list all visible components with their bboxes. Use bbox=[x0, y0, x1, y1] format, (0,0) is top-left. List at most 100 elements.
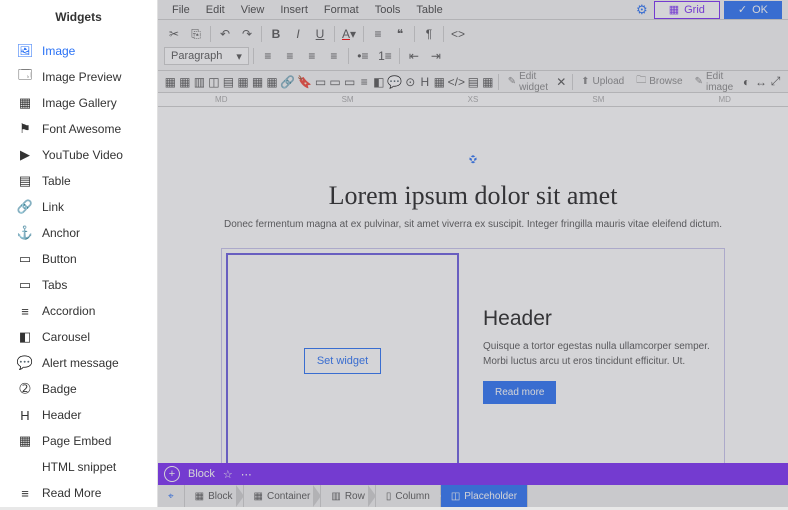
quote-icon[interactable]: ❝ bbox=[390, 24, 410, 44]
widget-icon: ≡ bbox=[18, 486, 32, 500]
indent-icon[interactable]: ⇥ bbox=[426, 46, 446, 66]
toolbar: ✂ ⎘ ↶ ↷ B I U A▾ ≡ ❝ ¶ <> Paragraph▾ ≡ ≡… bbox=[158, 20, 788, 71]
widget-icon: ≡ bbox=[18, 304, 32, 318]
w-icon[interactable]: ▭ bbox=[329, 72, 342, 92]
w-icon[interactable]: </> bbox=[448, 72, 465, 92]
w-icon[interactable]: ▦ bbox=[164, 72, 177, 92]
cut-icon[interactable]: ✂ bbox=[164, 24, 184, 44]
set-widget-button[interactable]: Set widget bbox=[304, 348, 381, 374]
star-icon[interactable]: ☆ bbox=[223, 468, 233, 481]
crumb-container[interactable]: ▦Container bbox=[244, 485, 322, 507]
sidebar-item-badge[interactable]: ➁Badge bbox=[0, 376, 157, 402]
list-bullet-icon[interactable]: •≡ bbox=[353, 46, 373, 66]
w-icon[interactable]: ▭ bbox=[343, 72, 356, 92]
w-icon[interactable]: ▦ bbox=[266, 72, 279, 92]
crumb-column[interactable]: ▯Column bbox=[376, 485, 441, 507]
edit-widget-button[interactable]: ✎ Edit widget bbox=[503, 71, 553, 93]
w-icon[interactable]: ≡ bbox=[358, 72, 371, 92]
w-icon[interactable]: ◐ bbox=[740, 72, 753, 92]
menu-view[interactable]: View bbox=[233, 2, 273, 18]
bold-icon[interactable]: B bbox=[266, 24, 286, 44]
editor-canvas[interactable]: Lorem ipsum dolor sit amet Donec ferment… bbox=[158, 107, 788, 507]
edit-image-button[interactable]: ✎ Edit image bbox=[690, 71, 739, 93]
menu-file[interactable]: File bbox=[164, 2, 198, 18]
w-icon[interactable]: ◫ bbox=[208, 72, 221, 92]
more-icon[interactable]: ⋯ bbox=[241, 468, 252, 481]
sidebar-item-tabs[interactable]: ▭Tabs bbox=[0, 272, 157, 298]
w-icon[interactable]: H bbox=[419, 72, 432, 92]
sidebar-item-image-preview[interactable]: 🗔Image Preview bbox=[0, 64, 157, 90]
sidebar-item-html-snippet[interactable]: HTML snippet bbox=[0, 454, 157, 480]
browse-button[interactable]: 🗀 Browse bbox=[631, 73, 687, 90]
italic-icon[interactable]: I bbox=[288, 24, 308, 44]
sidebar-item-accordion[interactable]: ≡Accordion bbox=[0, 298, 157, 324]
w-icon[interactable]: ▦ bbox=[237, 72, 250, 92]
w-icon[interactable]: ▦ bbox=[251, 72, 264, 92]
crumb-placeholder[interactable]: ◫Placeholder bbox=[441, 485, 528, 507]
column-body[interactable]: Quisque a tortor egestas nulla ullamcorp… bbox=[483, 339, 716, 369]
w-icon[interactable]: ▤ bbox=[222, 72, 235, 92]
code-icon[interactable]: <> bbox=[448, 24, 468, 44]
text-column[interactable]: Header Quisque a tortor egestas nulla ul… bbox=[475, 249, 724, 473]
sidebar-item-table[interactable]: ▤Table bbox=[0, 168, 157, 194]
sidebar-item-youtube-video[interactable]: ▶YouTube Video bbox=[0, 142, 157, 168]
w-icon[interactable]: ▤ bbox=[467, 72, 480, 92]
w-icon[interactable]: 💬 bbox=[387, 72, 402, 92]
w-icon[interactable]: 🔗 bbox=[280, 72, 295, 92]
menu-format[interactable]: Format bbox=[316, 2, 367, 18]
w-icon[interactable]: ▥ bbox=[193, 72, 206, 92]
align-center-icon[interactable]: ≡ bbox=[280, 46, 300, 66]
w-icon[interactable]: ▦ bbox=[482, 72, 495, 92]
w-icon[interactable]: ▭ bbox=[314, 72, 327, 92]
sidebar-item-image[interactable]: 🖼Image bbox=[0, 38, 157, 64]
w-icon[interactable]: 🔖 bbox=[297, 72, 312, 92]
settings-gear-icon[interactable]: ⚙ bbox=[636, 2, 648, 18]
crumb-target-icon[interactable]: ⌖ bbox=[158, 485, 185, 507]
sidebar-item-button[interactable]: ▭Button bbox=[0, 246, 157, 272]
align-right-icon[interactable]: ≡ bbox=[302, 46, 322, 66]
widget-placeholder[interactable]: Set widget bbox=[226, 253, 459, 469]
menu-table[interactable]: Table bbox=[408, 2, 450, 18]
ok-button[interactable]: ✓ OK bbox=[724, 1, 782, 19]
w-icon[interactable]: ↔ bbox=[755, 72, 768, 92]
sidebar-item-read-more[interactable]: ≡Read More bbox=[0, 480, 157, 506]
w-icon[interactable]: ▦ bbox=[179, 72, 192, 92]
widget-icon: ▦ bbox=[18, 434, 32, 448]
sidebar-item-image-gallery[interactable]: ▦Image Gallery bbox=[0, 90, 157, 116]
sidebar-item-link[interactable]: 🔗Link bbox=[0, 194, 157, 220]
underline-icon[interactable]: U bbox=[310, 24, 330, 44]
redo-icon[interactable]: ↷ bbox=[237, 24, 257, 44]
paragraph-icon[interactable]: ¶ bbox=[419, 24, 439, 44]
upload-button[interactable]: ⬆ Upload bbox=[576, 76, 629, 87]
sidebar-item-header[interactable]: HHeader bbox=[0, 402, 157, 428]
align-left-icon[interactable]: ≡ bbox=[258, 46, 278, 66]
outdent-icon[interactable]: ⇤ bbox=[404, 46, 424, 66]
widget-icon bbox=[18, 460, 32, 474]
copy-icon[interactable]: ⎘ bbox=[186, 24, 206, 44]
list-number-icon[interactable]: 1≡ bbox=[375, 46, 395, 66]
w-icon[interactable]: ▦ bbox=[433, 72, 446, 92]
sidebar-item-page-embed[interactable]: ▦Page Embed bbox=[0, 428, 157, 454]
sidebar-item-font-awesome[interactable]: ⚑Font Awesome bbox=[0, 116, 157, 142]
w-icon[interactable]: ⤢ bbox=[769, 72, 782, 92]
w-icon[interactable]: ⊙ bbox=[404, 72, 417, 92]
page-headline[interactable]: Lorem ipsum dolor sit amet bbox=[221, 181, 725, 211]
align-left-icon[interactable]: ≡ bbox=[368, 24, 388, 44]
sidebar-item-alert-message[interactable]: 💬Alert message bbox=[0, 350, 157, 376]
text-color-icon[interactable]: A▾ bbox=[339, 24, 359, 44]
add-block-icon[interactable]: + bbox=[164, 466, 180, 482]
close-icon[interactable]: ✕ bbox=[555, 72, 568, 92]
sidebar-item-anchor[interactable]: ⚓Anchor bbox=[0, 220, 157, 246]
w-icon[interactable]: ◧ bbox=[372, 72, 385, 92]
menu-insert[interactable]: Insert bbox=[272, 2, 316, 18]
menu-tools[interactable]: Tools bbox=[367, 2, 409, 18]
page-subtext[interactable]: Donec fermentum magna at ex pulvinar, si… bbox=[221, 219, 725, 230]
paragraph-select[interactable]: Paragraph▾ bbox=[164, 47, 249, 65]
read-more-button[interactable]: Read more bbox=[483, 381, 556, 404]
undo-icon[interactable]: ↶ bbox=[215, 24, 235, 44]
align-justify-icon[interactable]: ≡ bbox=[324, 46, 344, 66]
menu-edit[interactable]: Edit bbox=[198, 2, 233, 18]
column-header[interactable]: Header bbox=[483, 307, 716, 331]
grid-button[interactable]: ▦ Grid bbox=[654, 1, 720, 19]
sidebar-item-carousel[interactable]: ◧Carousel bbox=[0, 324, 157, 350]
